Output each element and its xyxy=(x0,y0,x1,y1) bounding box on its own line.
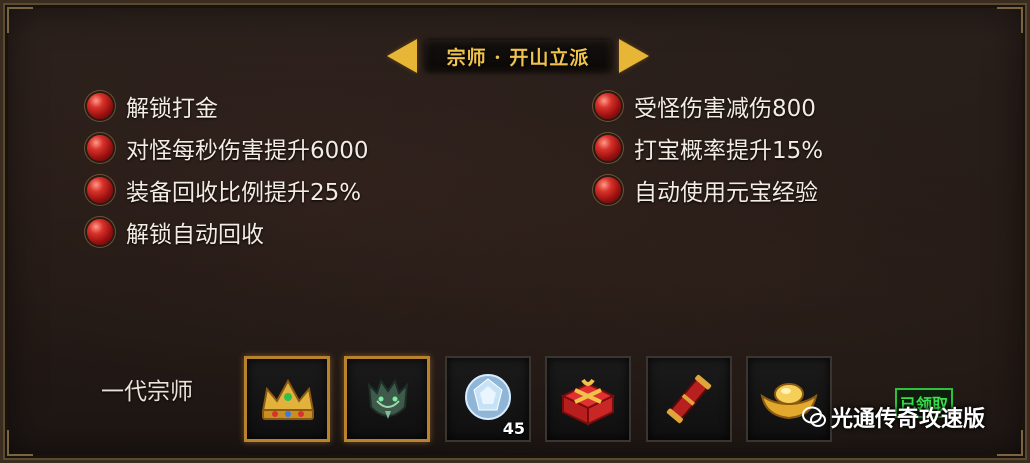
red-orb-bullet-icon xyxy=(595,135,621,161)
prev-arrow-icon[interactable] xyxy=(387,39,417,73)
effect-item: 受怪伤害减伤800 xyxy=(595,85,823,127)
corner-ornament xyxy=(7,7,33,33)
golden-crown-icon xyxy=(261,378,315,420)
jade-dragon-helmet-icon xyxy=(367,378,409,419)
effect-text: 解锁自动回收 xyxy=(126,222,264,248)
red-gift-box-icon xyxy=(560,378,616,426)
reward-slot-gift[interactable] xyxy=(545,356,631,442)
title-banner: 宗师 · 开山立派 xyxy=(387,35,649,79)
next-arrow-icon[interactable] xyxy=(619,39,649,73)
effect-item: 解锁打金 xyxy=(87,85,369,127)
title-plate: 宗师 · 开山立派 xyxy=(425,40,611,72)
chat-bubble-icon xyxy=(802,406,826,427)
corner-ornament xyxy=(997,7,1023,33)
effect-text: 解锁打金 xyxy=(126,96,218,122)
red-orb-bullet-icon xyxy=(87,177,113,203)
page-title: 宗师 · 开山立派 xyxy=(446,46,590,69)
effect-text: 受怪伤害减伤800 xyxy=(634,96,816,122)
reward-slot-crown[interactable] xyxy=(244,356,330,442)
item-count: 45 xyxy=(502,419,525,438)
effect-item: 自动使用元宝经验 xyxy=(595,169,823,211)
rank-label: 一代宗师 xyxy=(101,379,193,405)
effects-list-left: 解锁打金 对怪每秒伤害提升6000 装备回收比例提升25% 解锁自动回收 xyxy=(87,85,369,253)
reward-slot-scroll[interactable] xyxy=(646,356,732,442)
red-scroll-icon xyxy=(666,374,712,424)
effect-text: 对怪每秒伤害提升6000 xyxy=(126,138,369,164)
effects-list-right: 受怪伤害减伤800 打宝概率提升15% 自动使用元宝经验 xyxy=(595,85,823,211)
reward-slot-diamond[interactable]: 45 xyxy=(445,356,531,442)
reward-panel: 宗师 · 开山立派 解锁打金 对怪每秒伤害提升6000 装备回收比例提升25% … xyxy=(0,0,1030,463)
effect-item: 打宝概率提升15% xyxy=(595,127,823,169)
effect-text: 打宝概率提升15% xyxy=(634,138,824,164)
red-orb-bullet-icon xyxy=(87,93,113,119)
red-orb-bullet-icon xyxy=(595,93,621,119)
effect-text: 自动使用元宝经验 xyxy=(634,180,818,206)
red-orb-bullet-icon xyxy=(87,219,113,245)
corner-ornament xyxy=(997,430,1023,456)
watermark-text: 光通传奇攻速版 xyxy=(831,407,986,432)
corner-ornament xyxy=(7,430,33,456)
red-orb-bullet-icon xyxy=(87,135,113,161)
effect-item: 对怪每秒伤害提升6000 xyxy=(87,127,369,169)
effect-text: 装备回收比例提升25% xyxy=(126,180,362,206)
red-orb-bullet-icon xyxy=(595,177,621,203)
reward-slot-helmet[interactable] xyxy=(344,356,430,442)
watermark: 光通传奇攻速版 xyxy=(801,401,985,433)
effect-item: 解锁自动回收 xyxy=(87,211,369,253)
effect-item: 装备回收比例提升25% xyxy=(87,169,369,211)
